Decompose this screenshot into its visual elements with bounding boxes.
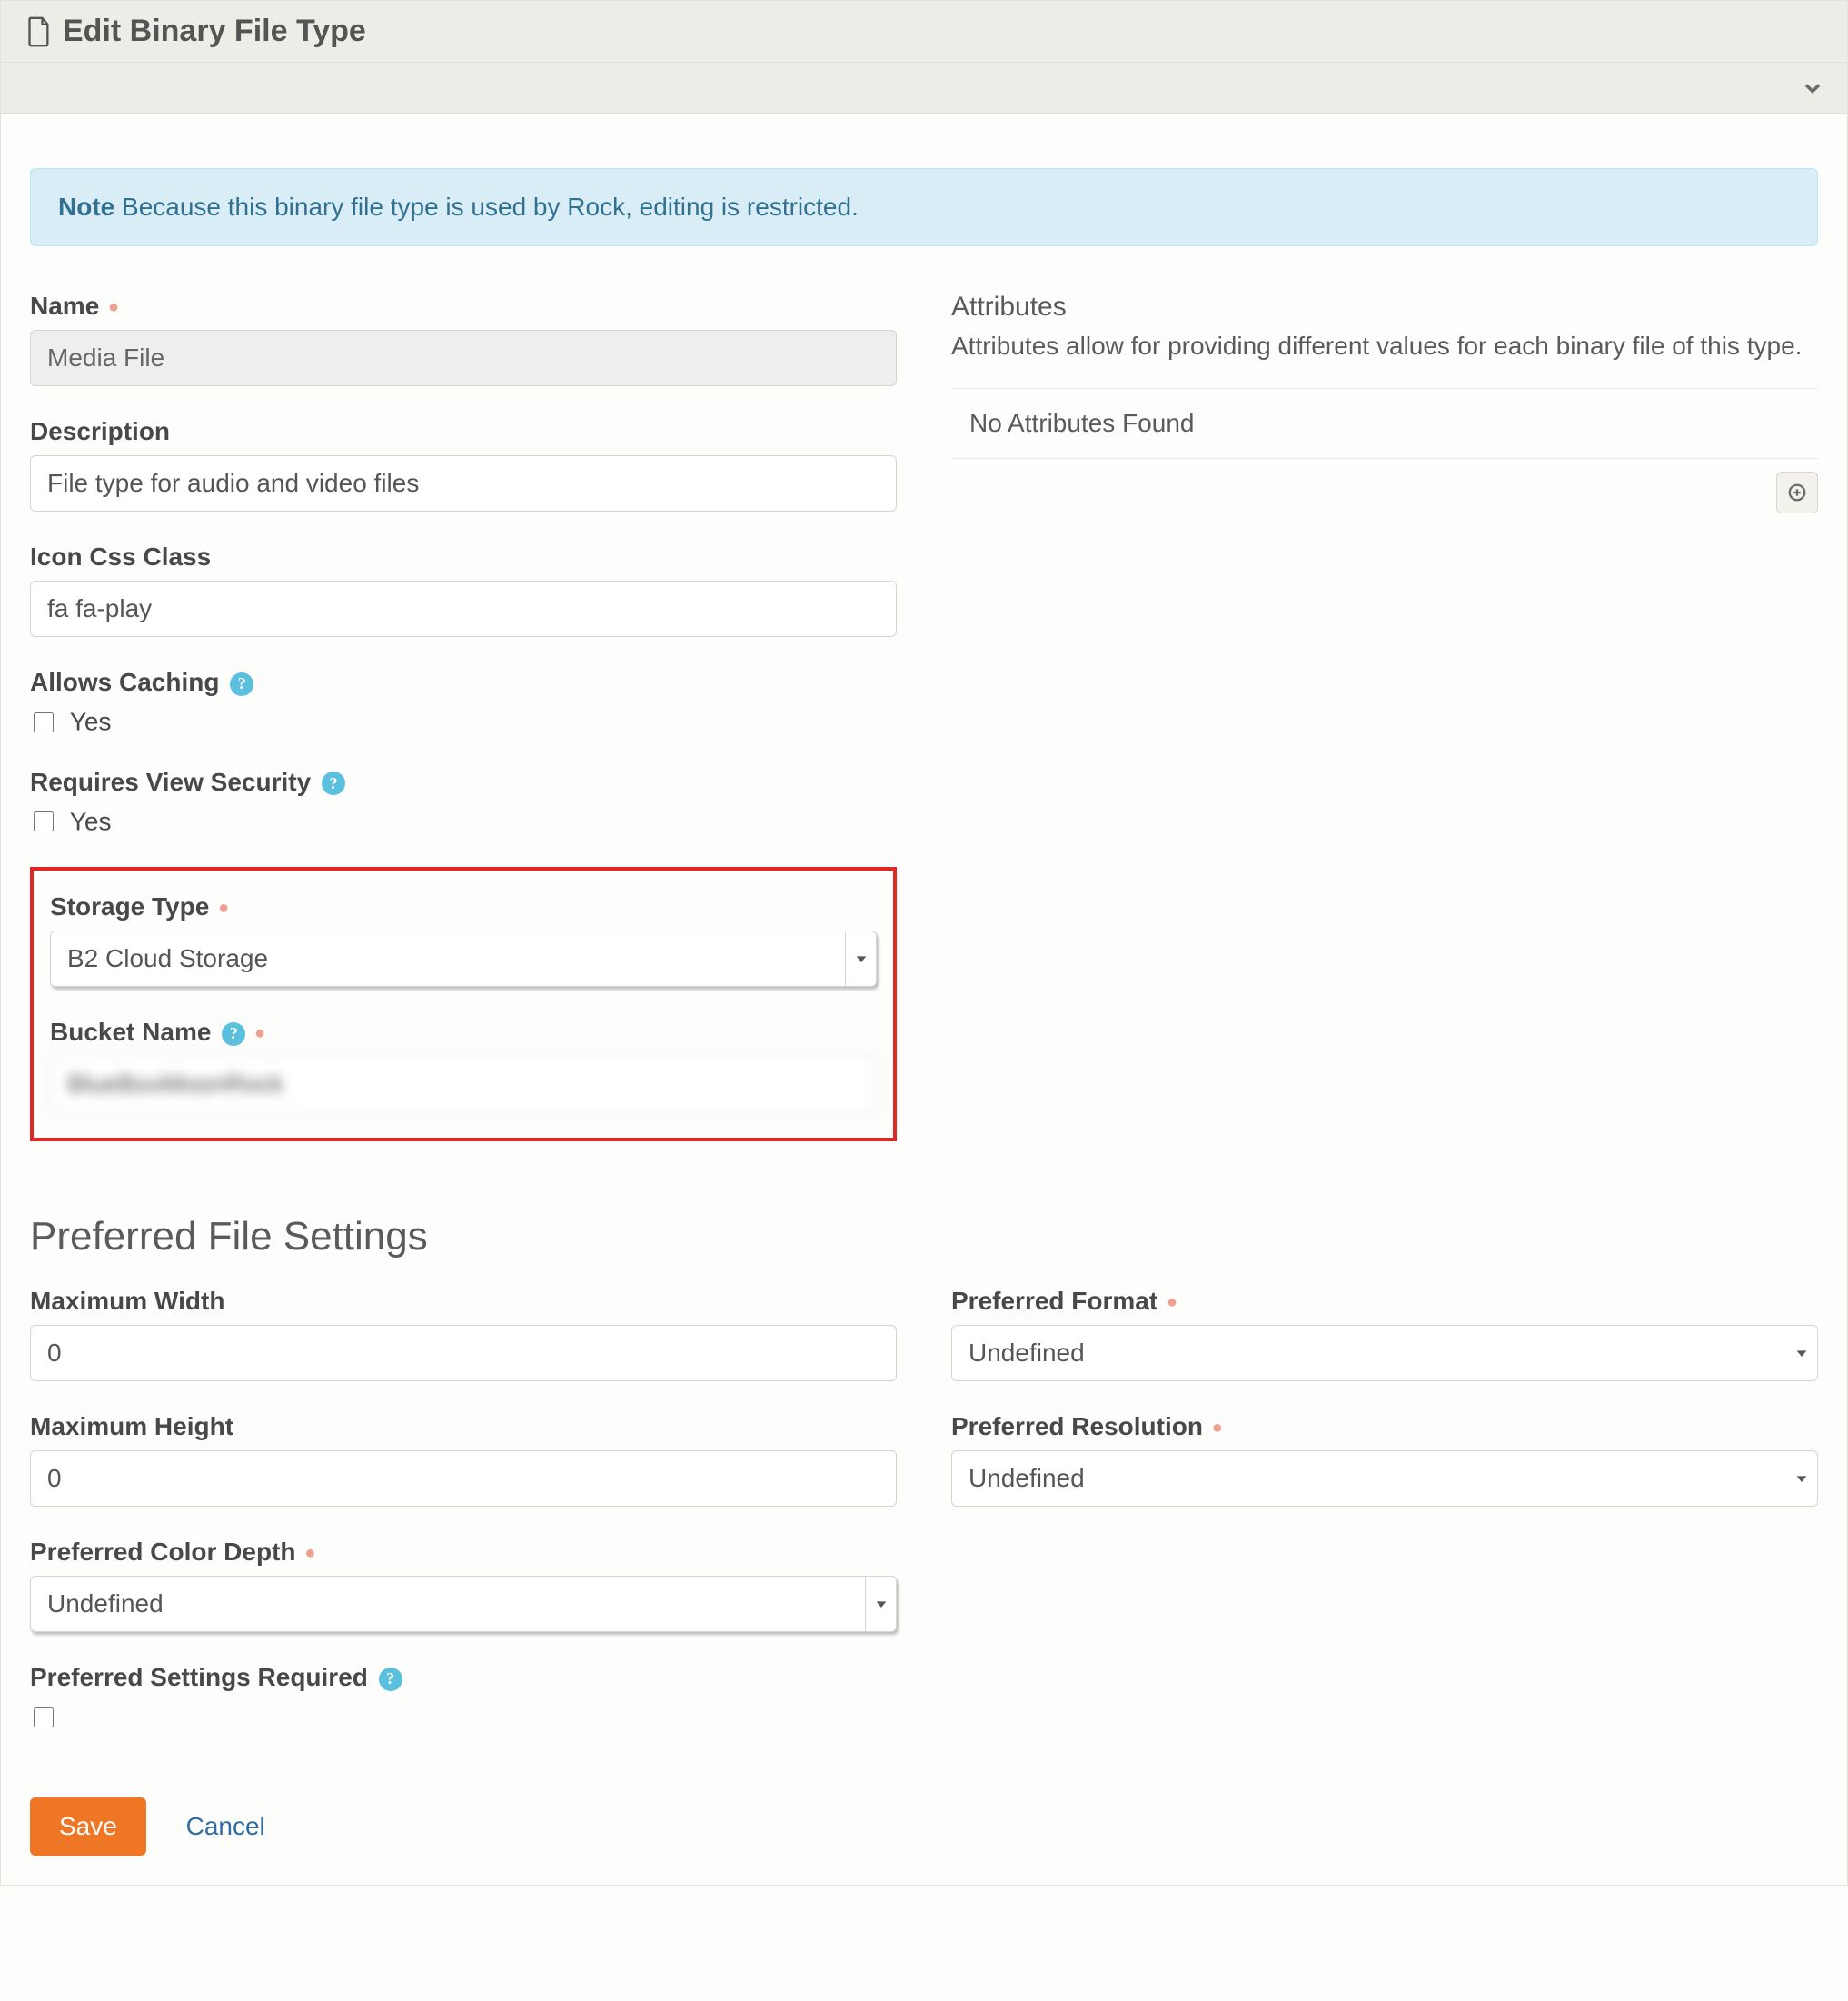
add-attribute-button[interactable] (1776, 472, 1818, 513)
attributes-empty-row: No Attributes Found (951, 388, 1818, 459)
plus-circle-icon (1787, 483, 1807, 503)
preferred-resolution-label: Preferred Resolution ● (951, 1412, 1818, 1441)
storage-highlight-box: Storage Type ● B2 Cloud Storage Buck (30, 867, 897, 1141)
preferred-resolution-select[interactable]: Undefined (951, 1450, 1818, 1507)
attributes-title: Attributes (951, 292, 1818, 323)
left-column: Name ● Description Icon Css Class Allows… (30, 292, 897, 1169)
settings-required-checkbox[interactable] (34, 1707, 54, 1727)
storage-type-label: Storage Type ● (50, 892, 877, 921)
storage-type-select[interactable]: B2 Cloud Storage (50, 931, 877, 987)
help-icon[interactable]: ? (379, 1668, 402, 1691)
chevron-down-icon[interactable] (1800, 75, 1825, 101)
save-button[interactable]: Save (30, 1797, 146, 1856)
edit-binary-file-type-panel: Edit Binary File Type Note Because this … (0, 0, 1848, 1886)
cancel-button[interactable]: Cancel (181, 1811, 271, 1842)
file-icon (26, 16, 52, 47)
name-label: Name ● (30, 292, 897, 321)
color-depth-label: Preferred Color Depth ● (30, 1538, 897, 1567)
chevron-down-icon (1786, 1326, 1817, 1380)
description-label: Description (30, 417, 897, 446)
required-indicator: ● (254, 1023, 265, 1043)
icon-css-class-input[interactable] (30, 581, 897, 637)
max-width-label: Maximum Width (30, 1287, 897, 1316)
attributes-description: Attributes allow for providing different… (951, 332, 1818, 361)
chevron-down-icon (1786, 1451, 1817, 1506)
max-width-input[interactable] (30, 1325, 897, 1381)
allows-caching-label: Allows Caching ? (30, 668, 897, 697)
max-height-label: Maximum Height (30, 1412, 897, 1441)
max-height-input[interactable] (30, 1450, 897, 1507)
settings-required-label: Preferred Settings Required ? (30, 1663, 897, 1692)
preferred-file-settings-title: Preferred File Settings (30, 1214, 1818, 1259)
requires-view-security-checkbox[interactable] (34, 811, 54, 831)
required-indicator: ● (304, 1543, 315, 1563)
color-depth-select[interactable]: Undefined (30, 1576, 897, 1632)
help-icon[interactable]: ? (230, 672, 253, 696)
description-input[interactable] (30, 455, 897, 512)
note-label: Note (58, 193, 114, 221)
right-column: Attributes Attributes allow for providin… (951, 292, 1818, 1169)
chevron-down-icon (865, 1577, 896, 1631)
requires-view-security-label: Requires View Security ? (30, 768, 897, 797)
preferred-format-select[interactable]: Undefined (951, 1325, 1818, 1381)
required-indicator: ● (108, 297, 119, 317)
help-icon[interactable]: ? (222, 1022, 245, 1046)
bucket-name-input[interactable] (50, 1056, 877, 1112)
panel-header: Edit Binary File Type (1, 1, 1847, 63)
required-indicator: ● (218, 898, 229, 918)
panel-subbar (1, 63, 1847, 114)
bucket-name-label: Bucket Name ? ● (50, 1018, 877, 1047)
panel-body: Note Because this binary file type is us… (1, 114, 1847, 1885)
panel-title: Edit Binary File Type (63, 14, 366, 49)
actions-bar: Save Cancel (30, 1797, 1818, 1856)
required-indicator: ● (1212, 1418, 1223, 1438)
required-indicator: ● (1167, 1292, 1177, 1312)
requires-view-security-option: Yes (70, 807, 112, 835)
chevron-down-icon (845, 931, 876, 986)
allows-caching-option: Yes (70, 708, 112, 736)
note-box: Note Because this binary file type is us… (30, 168, 1818, 246)
allows-caching-checkbox[interactable] (34, 712, 54, 732)
help-icon[interactable]: ? (322, 772, 345, 795)
name-input (30, 330, 897, 386)
preferred-format-label: Preferred Format ● (951, 1287, 1818, 1316)
note-text: Because this binary file type is used by… (122, 193, 859, 221)
icon-css-class-label: Icon Css Class (30, 543, 897, 572)
